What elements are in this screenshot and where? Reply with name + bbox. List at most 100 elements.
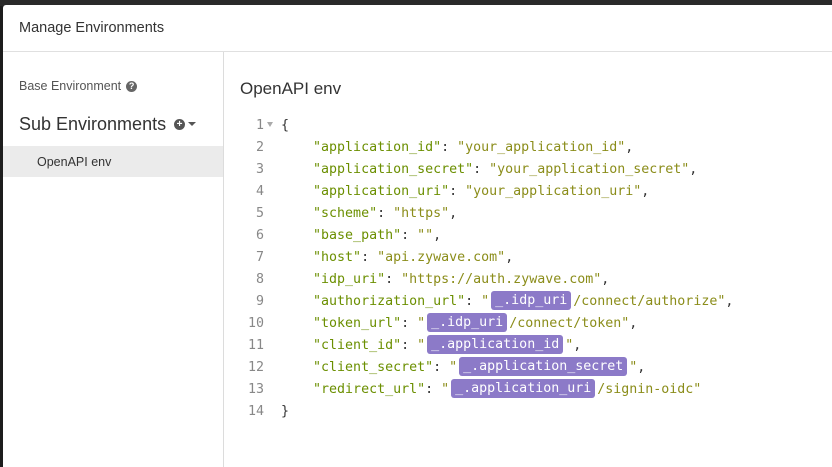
code-line[interactable]: 9 "authorization_url": " _.idp_uri/connec… (224, 291, 832, 313)
json-punctuation (281, 272, 313, 287)
json-key: "redirect_url" (313, 382, 426, 397)
line-number: 10 (247, 316, 264, 331)
json-punctuation: : (465, 294, 482, 309)
json-punctuation: , (629, 316, 638, 331)
code-text: "scheme": "https", (281, 203, 457, 225)
help-icon[interactable]: ? (126, 80, 138, 92)
base-environment-label: Base Environment (19, 79, 122, 93)
json-punctuation: : (401, 338, 418, 353)
template-variable-tag[interactable]: _.application_id (427, 335, 564, 354)
json-code-editor[interactable]: 1{2 "application_id": "your_application_… (224, 115, 832, 423)
line-number: 14 (247, 404, 264, 419)
code-text: "redirect_url": " _.application_uri/signi… (281, 379, 701, 401)
json-string: " (417, 338, 426, 353)
sidebar-item-label: OpenAPI env (37, 154, 112, 169)
json-punctuation: : (361, 250, 378, 265)
json-string: " (417, 316, 426, 331)
code-text: "authorization_url": " _.idp_uri/connect/… (281, 291, 733, 313)
add-environment-button[interactable]: + (174, 118, 197, 130)
line-number: 7 (255, 250, 264, 265)
json-key: "authorization_url" (313, 294, 466, 309)
code-line[interactable]: 7 "host": "api.zywave.com", (224, 247, 832, 269)
json-key: "scheme" (313, 206, 378, 221)
code-text: "client_id": " _.application_id ", (281, 335, 581, 357)
line-number: 1 (255, 118, 264, 133)
code-line[interactable]: 2 "application_id": "your_application_id… (224, 137, 832, 159)
code-text: { (281, 115, 289, 137)
modal-title: Manage Environments (19, 20, 165, 36)
base-environment-item[interactable]: Base Environment ? (3, 74, 223, 98)
line-number: 6 (255, 228, 264, 243)
code-line[interactable]: 11 "client_id": " _.application_id ", (224, 335, 832, 357)
code-text: "application_secret": "your_application_… (281, 159, 697, 181)
json-punctuation: { (281, 118, 290, 133)
json-punctuation (281, 140, 313, 155)
template-variable-tag[interactable]: _.application_secret (459, 357, 628, 376)
json-key: "idp_uri" (313, 272, 386, 287)
json-string: /connect/token" (509, 316, 630, 331)
json-punctuation: : (473, 162, 490, 177)
code-text: "client_secret": " _.application_secret ", (281, 357, 645, 379)
fold-arrow-icon[interactable] (267, 122, 273, 127)
json-punctuation: , (641, 184, 650, 199)
sub-environments-header: Sub Environments + (3, 109, 223, 139)
manage-environments-modal: Manage Environments Base Environment ? S… (3, 5, 832, 467)
json-key: "token_url" (313, 316, 402, 331)
code-text: "host": "api.zywave.com", (281, 247, 513, 269)
json-punctuation: : (401, 228, 418, 243)
sub-environments-title: Sub Environments (19, 113, 167, 134)
code-line[interactable]: 4 "application_uri": "your_application_u… (224, 181, 832, 203)
modal-body: Base Environment ? Sub Environments + Op… (3, 52, 832, 467)
code-text: "base_path": "", (281, 225, 441, 247)
json-punctuation: , (433, 228, 442, 243)
code-line[interactable]: 10 "token_url": " _.idp_uri/connect/token… (224, 313, 832, 335)
code-line[interactable]: 6 "base_path": "", (224, 225, 832, 247)
code-line[interactable]: 14} (224, 401, 832, 423)
plus-circle-icon: + (174, 118, 186, 130)
json-punctuation: , (725, 294, 734, 309)
json-punctuation (281, 206, 313, 221)
json-key: "client_id" (313, 338, 402, 353)
code-text: "idp_uri": "https://auth.zywave.com", (281, 269, 609, 291)
json-punctuation: : (385, 272, 402, 287)
json-punctuation: , (637, 360, 646, 375)
json-string: " (449, 360, 458, 375)
code-text: "application_id": "your_application_id", (281, 137, 633, 159)
json-punctuation: : (425, 382, 442, 397)
json-punctuation (281, 184, 313, 199)
json-string: /signin-oidc" (597, 382, 702, 397)
json-punctuation (281, 294, 313, 309)
json-key: "client_secret" (313, 360, 434, 375)
code-line[interactable]: 13 "redirect_url": " _.application_uri/si… (224, 379, 832, 401)
code-text: "token_url": " _.idp_uri/connect/token", (281, 313, 637, 335)
code-line[interactable]: 12 "client_secret": " _.application_secre… (224, 357, 832, 379)
json-punctuation (281, 382, 313, 397)
json-punctuation (281, 360, 313, 375)
template-variable-tag[interactable]: _.idp_uri (427, 313, 508, 332)
json-punctuation: , (505, 250, 514, 265)
code-line[interactable]: 3 "application_secret": "your_applicatio… (224, 159, 832, 181)
environment-editor-panel: OpenAPI env 1{2 "application_id": "your_… (224, 52, 832, 467)
code-text: "application_uri": "your_application_uri… (281, 181, 649, 203)
json-punctuation: : (441, 140, 458, 155)
line-number: 3 (255, 162, 264, 177)
code-line[interactable]: 8 "idp_uri": "https://auth.zywave.com", (224, 269, 832, 291)
template-variable-tag[interactable]: _.application_uri (451, 379, 596, 398)
json-string: /connect/authorize" (573, 294, 726, 309)
sidebar-item-openapi-env[interactable]: OpenAPI env (3, 146, 223, 177)
code-text: } (281, 401, 289, 423)
modal-header: Manage Environments (3, 5, 832, 52)
json-punctuation (281, 228, 313, 243)
json-key: "host" (313, 250, 362, 265)
line-number: 2 (255, 140, 264, 155)
json-string: "" (417, 228, 434, 243)
environment-name[interactable]: OpenAPI env (240, 78, 832, 100)
json-string: "your_application_id" (457, 140, 626, 155)
code-line[interactable]: 1{ (224, 115, 832, 137)
template-variable-tag[interactable]: _.idp_uri (491, 291, 572, 310)
environments-sidebar: Base Environment ? Sub Environments + Op… (3, 52, 224, 467)
json-string: " (481, 294, 490, 309)
caret-down-icon (188, 122, 197, 126)
line-number: 9 (255, 294, 264, 309)
code-line[interactable]: 5 "scheme": "https", (224, 203, 832, 225)
